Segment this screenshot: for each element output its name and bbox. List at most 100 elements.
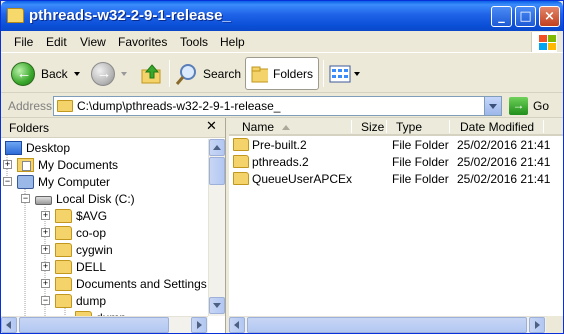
file-date: 25/02/2016 21:41 bbox=[457, 172, 551, 186]
folder-icon bbox=[233, 172, 249, 185]
views-button[interactable] bbox=[329, 57, 360, 90]
column-date-modified[interactable]: Date Modified bbox=[460, 120, 534, 134]
maximize-button[interactable]: □ bbox=[515, 6, 536, 27]
folders-pane: Folders ✕ Desktop + My Documents − My Co… bbox=[1, 118, 226, 333]
column-separator[interactable] bbox=[386, 120, 387, 133]
column-separator[interactable] bbox=[543, 120, 544, 133]
my-computer-icon bbox=[17, 174, 34, 189]
sort-ascending-icon bbox=[282, 125, 291, 131]
scroll-thumb[interactable] bbox=[209, 157, 225, 185]
folder-icon bbox=[55, 242, 72, 257]
folder-icon bbox=[55, 293, 72, 308]
scroll-right-button[interactable] bbox=[529, 317, 545, 333]
menu-favorites[interactable]: Favorites bbox=[118, 35, 167, 49]
tree-item-label: Local Disk (C:) bbox=[56, 191, 135, 206]
tree-item-label: My Computer bbox=[38, 174, 111, 189]
tree-item-my-documents[interactable]: + My Documents bbox=[3, 156, 118, 173]
title-bar[interactable]: pthreads-w32-2-9-1-release_ _ □ × bbox=[1, 1, 563, 31]
file-name: Pre-built.2 bbox=[252, 138, 307, 152]
close-button[interactable]: × bbox=[539, 6, 560, 27]
folder-icon bbox=[233, 155, 249, 168]
search-button[interactable]: Search bbox=[175, 57, 241, 90]
expand-icon[interactable]: + bbox=[3, 160, 12, 169]
tree-item-label: dump bbox=[76, 293, 107, 308]
expand-icon[interactable]: + bbox=[41, 279, 50, 288]
tree-item-documents-and-settings[interactable]: + Documents and Settings bbox=[41, 275, 207, 292]
desktop-icon bbox=[5, 140, 22, 155]
scroll-left-button[interactable] bbox=[1, 317, 17, 333]
address-bar: Address C:\dump\pthreads-w32-2-9-1-relea… bbox=[1, 94, 563, 118]
go-label: Go bbox=[533, 99, 550, 113]
scroll-right-button[interactable] bbox=[191, 317, 207, 333]
folders-vertical-scrollbar[interactable] bbox=[208, 139, 225, 316]
tree-item-cygwin[interactable]: + cygwin bbox=[41, 241, 113, 258]
views-dropdown-icon[interactable] bbox=[354, 71, 360, 76]
go-button[interactable]: → Go bbox=[509, 96, 561, 116]
file-date: 25/02/2016 21:41 bbox=[457, 155, 551, 169]
folders-button[interactable]: Folders bbox=[245, 57, 319, 90]
expand-icon[interactable]: + bbox=[41, 262, 50, 271]
tree-item-desktop[interactable]: Desktop bbox=[5, 139, 70, 156]
menu-edit[interactable]: Edit bbox=[46, 35, 67, 49]
back-dropdown-icon[interactable] bbox=[73, 71, 80, 76]
minimize-button[interactable]: _ bbox=[491, 6, 512, 27]
scroll-thumb[interactable] bbox=[247, 317, 527, 333]
scroll-left-button[interactable] bbox=[229, 317, 245, 333]
scroll-thumb[interactable] bbox=[19, 317, 169, 333]
file-row[interactable]: Pre-built.2 File Folder 25/02/2016 21:41 bbox=[229, 137, 563, 154]
expand-icon[interactable]: + bbox=[41, 245, 50, 254]
toolbar-separator bbox=[169, 60, 170, 87]
address-input[interactable]: C:\dump\pthreads-w32-2-9-1-release_ bbox=[53, 96, 502, 116]
address-dropdown-button[interactable] bbox=[484, 97, 501, 115]
file-type: File Folder bbox=[392, 155, 449, 169]
column-header: Name Size Type Date Modified bbox=[229, 118, 563, 136]
collapse-icon[interactable]: − bbox=[3, 177, 12, 186]
column-separator[interactable] bbox=[449, 120, 450, 133]
scroll-down-button[interactable] bbox=[209, 297, 225, 314]
forward-arrow-icon: → bbox=[91, 61, 115, 86]
collapse-icon[interactable]: − bbox=[41, 296, 50, 305]
close-pane-icon[interactable]: ✕ bbox=[206, 119, 217, 134]
forward-dropdown-icon[interactable] bbox=[121, 71, 127, 76]
menu-tools[interactable]: Tools bbox=[180, 35, 208, 49]
column-separator[interactable] bbox=[351, 120, 352, 133]
tree-item-my-computer[interactable]: − My Computer bbox=[3, 173, 110, 190]
tree-item-label: My Documents bbox=[38, 157, 119, 172]
tree-item-label: DELL bbox=[76, 259, 107, 274]
file-row[interactable]: QueueUserAPCEx File Folder 25/02/2016 21… bbox=[229, 171, 563, 188]
tree-item-co-op[interactable]: + co-op bbox=[41, 224, 106, 241]
tree-item-label: cygwin bbox=[76, 242, 113, 257]
scroll-up-button[interactable] bbox=[209, 139, 225, 156]
file-name: pthreads.2 bbox=[252, 155, 309, 169]
menu-view[interactable]: View bbox=[80, 35, 106, 49]
tree-item-dump[interactable]: − dump bbox=[41, 292, 106, 309]
column-size[interactable]: Size bbox=[361, 120, 384, 134]
forward-button[interactable]: → bbox=[91, 57, 127, 90]
file-list-pane: Name Size Type Date Modified Pre-built.2… bbox=[229, 118, 563, 333]
column-name[interactable]: Name bbox=[242, 120, 291, 134]
tree-item-label: $AVG bbox=[76, 208, 108, 223]
file-row[interactable]: pthreads.2 File Folder 25/02/2016 21:41 bbox=[229, 154, 563, 171]
collapse-icon[interactable]: − bbox=[21, 194, 30, 203]
folder-tree: Desktop + My Documents − My Computer − L… bbox=[1, 139, 209, 317]
folders-pane-header: Folders ✕ bbox=[1, 118, 225, 138]
tree-item-local-disk[interactable]: − Local Disk (C:) bbox=[21, 190, 135, 207]
up-folder-button[interactable] bbox=[140, 57, 164, 90]
folders-horizontal-scrollbar[interactable] bbox=[1, 316, 208, 333]
back-button[interactable]: ← Back bbox=[11, 57, 80, 90]
expand-icon[interactable]: + bbox=[41, 228, 50, 237]
menu-file[interactable]: File bbox=[14, 35, 33, 49]
tree-item-label: Documents and Settings bbox=[76, 276, 207, 291]
toolbar: ← Back → Search Folders bbox=[1, 54, 563, 93]
tree-item-dell[interactable]: + DELL bbox=[41, 258, 106, 275]
search-label: Search bbox=[203, 66, 242, 81]
size-grip[interactable] bbox=[546, 316, 563, 333]
folders-label: Folders bbox=[272, 66, 313, 81]
column-type[interactable]: Type bbox=[396, 120, 422, 134]
file-list-horizontal-scrollbar[interactable] bbox=[229, 316, 546, 333]
expand-icon[interactable]: + bbox=[41, 211, 50, 220]
folder-icon bbox=[233, 138, 249, 151]
file-type: File Folder bbox=[392, 138, 449, 152]
tree-item-avg[interactable]: + $AVG bbox=[41, 207, 107, 224]
menu-help[interactable]: Help bbox=[220, 35, 245, 49]
